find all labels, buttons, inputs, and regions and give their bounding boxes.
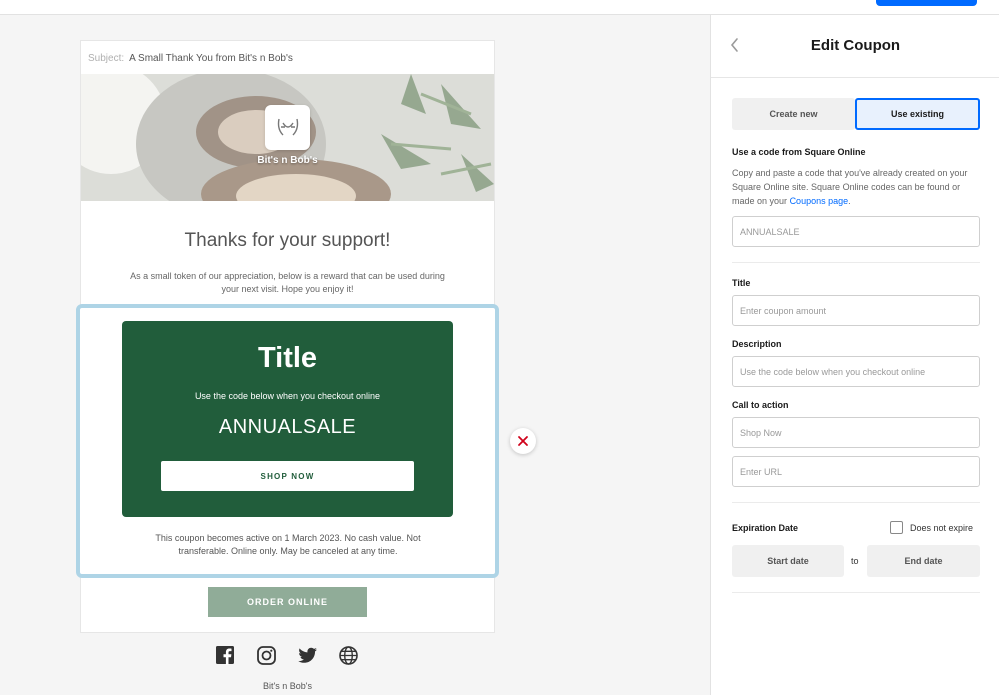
coupon-terms: This coupon becomes active on 1 March 20… xyxy=(155,533,421,556)
coupon-title: Title xyxy=(257,342,318,374)
does-not-expire-option[interactable]: Does not expire xyxy=(890,521,973,534)
to-label: to xyxy=(851,556,859,566)
order-online-button[interactable]: ORDER ONLINE xyxy=(208,587,367,617)
end-date-button[interactable]: End date xyxy=(867,545,980,577)
coupon-block[interactable]: Title Use the code below when you checko… xyxy=(76,304,499,578)
tab-use-existing[interactable]: Use existing xyxy=(855,98,980,130)
email-subject-line: Subject: A Small Thank You from Bit's n B… xyxy=(88,53,293,64)
title-label: Title xyxy=(732,278,751,288)
footer-brand-name: Bit's n Bob's xyxy=(263,681,312,691)
subject-label: Subject: xyxy=(88,53,125,64)
divider xyxy=(732,592,980,593)
title-input[interactable]: Enter coupon amount xyxy=(732,295,980,326)
brand-logo-icon xyxy=(277,118,298,135)
section-text-end: . xyxy=(848,196,851,206)
brand-logo xyxy=(265,105,310,150)
start-date-button[interactable]: Start date xyxy=(732,545,844,577)
brand-name: Bit's n Bob's xyxy=(257,155,318,166)
edit-coupon-panel: Edit Coupon Create new Use existing Use … xyxy=(710,15,999,695)
cta-text-input[interactable]: Shop Now xyxy=(732,417,980,448)
coupon-code: ANNUALSALE xyxy=(218,416,357,438)
does-not-expire-label: Does not expire xyxy=(910,522,974,533)
subject-value: A Small Thank You from Bit's n Bob's xyxy=(129,53,293,64)
does-not-expire-checkbox[interactable] xyxy=(890,521,903,534)
panel-header: Edit Coupon xyxy=(711,15,999,78)
top-primary-button[interactable] xyxy=(876,0,977,6)
section-heading: Use a code from Square Online xyxy=(732,147,866,157)
email-intro: As a small token of our appreciation, be… xyxy=(130,271,445,294)
description-input[interactable]: Use the code below when you checkout onl… xyxy=(732,356,980,387)
social-links xyxy=(215,645,359,666)
cta-url-input[interactable]: Enter URL xyxy=(732,456,980,487)
facebook-icon[interactable] xyxy=(215,645,236,666)
shop-now-button[interactable]: SHOP NOW xyxy=(161,461,414,491)
section-description: Copy and paste a code that you've alread… xyxy=(732,166,980,208)
tab-create-new[interactable]: Create new xyxy=(732,98,855,130)
hero-image[interactable]: Bit's n Bob's xyxy=(81,74,494,201)
coupon-code-input[interactable]: ANNUALSALE xyxy=(732,216,980,247)
divider xyxy=(732,262,980,263)
panel-title: Edit Coupon xyxy=(810,37,901,54)
top-bar xyxy=(0,0,999,15)
call-to-action-label: Call to action xyxy=(732,400,789,410)
website-icon[interactable] xyxy=(338,645,359,666)
remove-coupon-button[interactable] xyxy=(510,428,536,454)
coupons-page-link[interactable]: Coupons page xyxy=(790,196,849,206)
email-heading: Thanks for your support! xyxy=(184,230,391,251)
divider xyxy=(732,502,980,503)
coupon-description: Use the code below when you checkout onl… xyxy=(194,391,381,401)
instagram-icon[interactable] xyxy=(256,645,277,666)
close-icon xyxy=(518,436,528,446)
expiration-date-label: Expiration Date xyxy=(732,523,799,533)
coupon-card: Title Use the code below when you checko… xyxy=(122,321,453,517)
twitter-icon[interactable] xyxy=(297,645,318,666)
description-label: Description xyxy=(732,339,782,349)
